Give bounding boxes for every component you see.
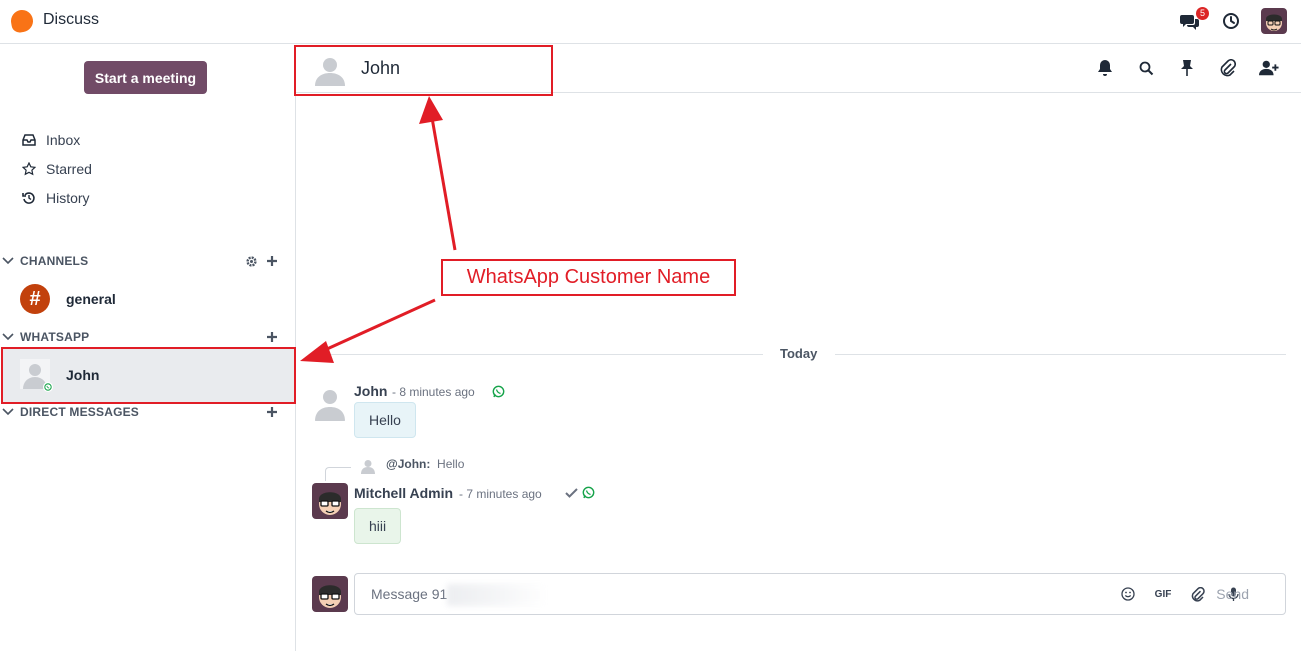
category-whatsapp[interactable]: WHATSAPP	[2, 330, 292, 344]
composer-placeholder: Message 91	[371, 586, 448, 602]
sidebar-item-label: History	[46, 190, 90, 206]
whatsapp-icon	[582, 486, 595, 499]
paperclip-icon[interactable]	[1190, 585, 1206, 603]
systray: 5	[1177, 7, 1287, 35]
sidebar-item-label: Starred	[46, 161, 92, 177]
reply-connector	[325, 467, 351, 481]
send-button[interactable]: Send	[1216, 586, 1249, 602]
mitchell-avatar-image	[312, 483, 348, 519]
day-separator-label: Today	[780, 346, 818, 361]
day-separator: Today	[311, 346, 1286, 364]
message-author[interactable]: Mitchell Admin	[354, 485, 453, 501]
category-label: CHANNELS	[20, 254, 89, 268]
inbox-icon	[22, 133, 36, 147]
paperclip-icon[interactable]	[1218, 58, 1238, 78]
channel-item-general[interactable]: # general	[20, 284, 116, 314]
message-avatar[interactable]	[312, 483, 348, 519]
chevron-down-icon[interactable]	[2, 254, 16, 268]
chevron-down-icon[interactable]	[2, 330, 16, 344]
star-icon	[22, 162, 36, 176]
bell-icon[interactable]	[1095, 58, 1115, 78]
redacted-number	[447, 584, 547, 606]
search-icon[interactable]	[1136, 58, 1156, 78]
check-icon	[565, 488, 578, 498]
annotation-header-highlight	[294, 45, 553, 96]
sidebar-item-starred[interactable]: Starred	[22, 161, 92, 177]
sidebar-item-history[interactable]: History	[22, 190, 90, 206]
clock-icon	[1223, 13, 1239, 29]
composer-avatar	[312, 576, 348, 612]
add-channel-icon[interactable]	[266, 255, 278, 267]
message-time: - 7 minutes ago	[459, 487, 542, 501]
annotation-label: WhatsApp Customer Name	[441, 259, 736, 296]
discuss-logo-icon[interactable]	[9, 8, 35, 34]
thread-actions	[1095, 58, 1279, 78]
user-avatar-image	[1261, 8, 1287, 34]
message-author[interactable]: John	[354, 383, 387, 399]
gear-icon[interactable]	[245, 255, 258, 268]
emoji-icon[interactable]	[1120, 585, 1136, 603]
message-bubble: hiii	[354, 508, 402, 544]
annotation-sidebar-highlight	[1, 347, 296, 404]
annotation-arrowhead-up	[419, 96, 443, 124]
reply-author: @John:	[386, 457, 431, 471]
message-bubble: Hello	[354, 402, 416, 438]
message-composer[interactable]: Message 91 GIF Send	[354, 573, 1286, 615]
annotation-arrow-up	[429, 111, 457, 251]
user-avatar[interactable]	[1261, 8, 1287, 34]
message-time: - 8 minutes ago	[392, 385, 475, 399]
messages-badge: 5	[1195, 7, 1209, 20]
start-meeting-button[interactable]: Start a meeting	[84, 61, 207, 94]
top-navbar: Discuss 5	[0, 0, 1301, 44]
sidebar-item-label: Inbox	[46, 132, 81, 148]
pin-icon[interactable]	[1177, 58, 1197, 78]
reply-preview[interactable]: @John: Hello	[386, 457, 464, 471]
history-icon	[22, 191, 36, 205]
channel-label: general	[66, 291, 116, 307]
category-direct-messages[interactable]: DIRECT MESSAGES	[2, 405, 292, 419]
category-channels[interactable]: CHANNELS	[2, 254, 292, 268]
add-user-icon[interactable]	[1259, 58, 1279, 78]
message-avatar[interactable]	[312, 385, 348, 421]
app-title[interactable]: Discuss	[43, 11, 99, 29]
sidebar-item-inbox[interactable]: Inbox	[22, 132, 80, 148]
category-label: DIRECT MESSAGES	[20, 405, 140, 419]
channel-hash-icon: #	[20, 284, 50, 314]
chevron-down-icon[interactable]	[2, 405, 16, 419]
gif-button[interactable]: GIF	[1155, 585, 1172, 603]
reply-avatar	[361, 460, 375, 474]
activity-button[interactable]	[1219, 7, 1243, 35]
category-label: WHATSAPP	[20, 330, 90, 344]
whatsapp-icon	[492, 385, 505, 398]
add-whatsapp-icon[interactable]	[266, 331, 278, 343]
add-direct-message-icon[interactable]	[266, 406, 278, 418]
reply-text: Hello	[437, 457, 465, 471]
messages-button[interactable]: 5	[1177, 7, 1209, 35]
